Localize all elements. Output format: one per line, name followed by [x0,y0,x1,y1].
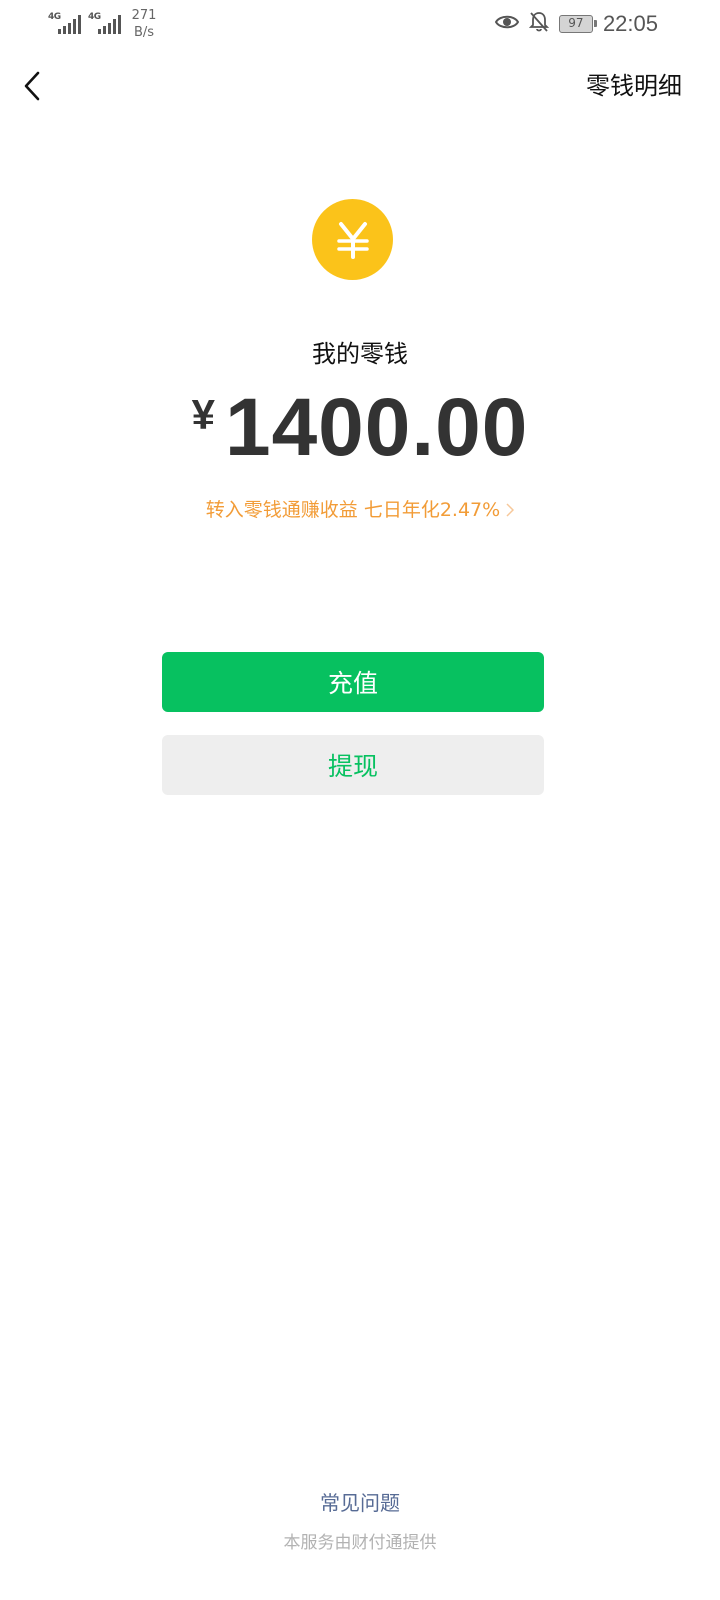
balance-label: 我的零钱 [312,340,408,368]
chevron-right-icon [506,503,515,517]
recharge-button[interactable]: 充值 [162,652,544,712]
back-button[interactable] [14,66,50,106]
yuan-coin-icon [312,199,393,280]
network-speed: 271 B/s [129,7,159,41]
status-bar: 4G 4G 271 B/s 97 22:05 [0,0,720,50]
eye-icon [494,13,520,35]
battery-indicator: 97 [558,15,597,33]
balance-amount: ¥ 1400.00 [0,380,720,476]
network-speed-value: 271 [131,8,157,23]
chevron-left-icon [24,71,40,101]
lingqiantong-promo-link[interactable]: 转入零钱通赚收益 七日年化2.47% [0,495,720,525]
withdraw-button[interactable]: 提现 [162,735,544,795]
bell-off-icon [528,11,550,37]
service-provider-note: 本服务由财付通提供 [283,1533,437,1553]
network-speed-unit: B/s [133,25,155,40]
status-time: 22:05 [602,11,658,36]
signal-strength-icon: 4G [88,12,124,34]
signal-strength-icon: 4G [48,12,84,34]
faq-link[interactable]: 常见问题 [0,1487,720,1519]
currency-symbol: ¥ [191,391,215,438]
balance-details-link[interactable]: 零钱明细 [586,68,682,104]
promo-text: 转入零钱通赚收益 七日年化2.47% [205,499,501,521]
balance-value: 1400.00 [224,382,529,473]
